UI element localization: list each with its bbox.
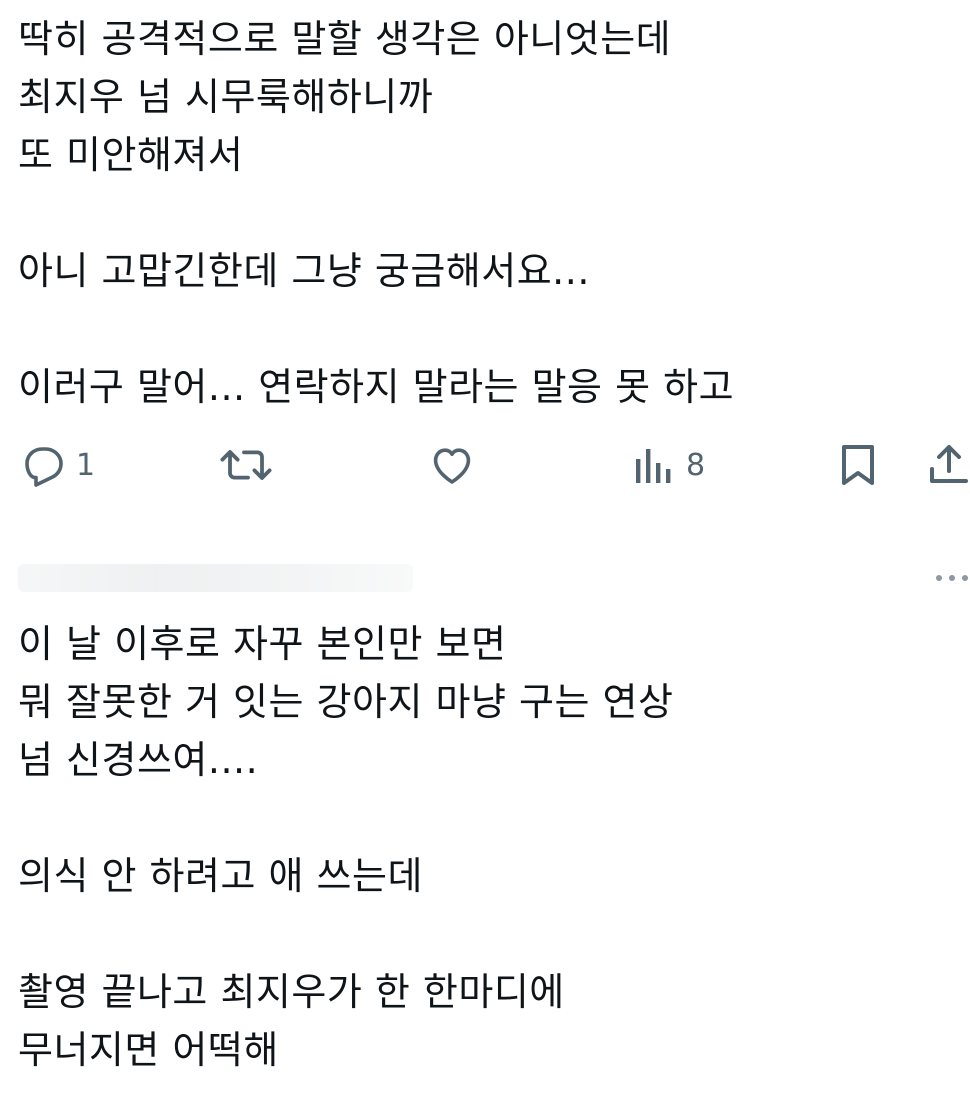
reply-count: 1 bbox=[76, 447, 96, 483]
tweet-1-line: 아니 고맙긴한데 그냥 궁금해서요... bbox=[18, 249, 590, 293]
reply-icon bbox=[18, 441, 66, 489]
tweet-1-line: 또 미안해져서 bbox=[18, 133, 244, 177]
tweet-2-text: 이 날 이후로 자꾸 본인만 보면 뭐 잘못한 거 잇는 강아지 마냥 구는 연… bbox=[18, 615, 673, 1079]
tweet-1-text: 딱히 공격적으로 말할 생각은 아니엇는데 최지우 넘 시무룩해하니까 또 미안… bbox=[18, 10, 734, 416]
tweet-1-blank-line bbox=[18, 300, 734, 358]
tweet-2-line: 촬영 끝나고 최지우가 한 한마디에 bbox=[18, 970, 565, 1014]
tweet-1-action-bar: 1 8 bbox=[0, 435, 970, 495]
tweet-1-line: 딱히 공격적으로 말할 생각은 아니엇는데 bbox=[18, 17, 672, 61]
more-horizontal-icon[interactable] bbox=[934, 570, 970, 586]
tweet-1-line: 최지우 넘 시무룩해하니까 bbox=[18, 75, 434, 119]
tweet-2-line: 이 날 이후로 자꾸 본인만 보면 bbox=[18, 622, 507, 666]
bookmark-button[interactable] bbox=[836, 435, 880, 495]
tweet-2-line: 무너지면 어떡해 bbox=[18, 1028, 279, 1072]
blurred-author-info bbox=[18, 564, 413, 592]
retweet-icon bbox=[218, 441, 274, 489]
views-icon bbox=[632, 441, 676, 489]
tweet-2-blank-line bbox=[18, 789, 673, 847]
views-count: 8 bbox=[686, 447, 706, 483]
tweet-1-line: 이러구 말어... 연락하지 말라는 말응 못 하고 bbox=[18, 365, 735, 409]
tweet-2-line: 넘 신경쓰여.... bbox=[18, 738, 259, 782]
tweet-1-blank-line bbox=[18, 184, 734, 242]
views-button[interactable]: 8 bbox=[632, 435, 705, 495]
reply-button[interactable]: 1 bbox=[18, 435, 95, 495]
retweet-button[interactable] bbox=[218, 435, 274, 495]
bookmark-icon bbox=[836, 441, 880, 489]
tweet-2-blank-line bbox=[18, 905, 673, 963]
tweet-2-author-row bbox=[18, 558, 970, 598]
like-button[interactable] bbox=[428, 435, 476, 495]
heart-icon bbox=[428, 441, 476, 489]
share-button[interactable] bbox=[928, 435, 970, 495]
share-icon bbox=[928, 441, 970, 489]
tweet-2-line: 의식 안 하려고 애 쓰는데 bbox=[18, 854, 423, 898]
tweet-2-line: 뭐 잘못한 거 잇는 강아지 마냥 구는 연상 bbox=[18, 680, 674, 724]
